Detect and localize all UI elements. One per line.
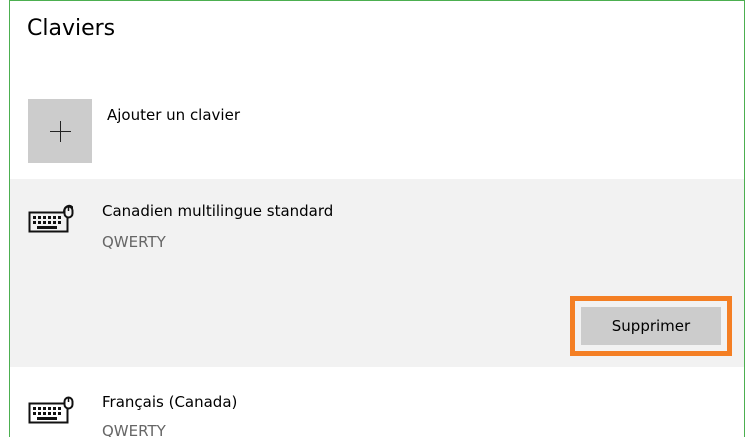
keyboard-name: Canadien multilingue standard xyxy=(102,202,334,220)
keyboard-name: Français (Canada) xyxy=(102,393,238,411)
remove-button-highlight: Supprimer xyxy=(570,296,732,356)
section-title: Claviers xyxy=(27,16,116,41)
add-keyboard-label: Ajouter un clavier xyxy=(107,106,240,124)
keyboard-item-canadian-multilingual[interactable]: Canadien multilingue standard QWERTY Sup… xyxy=(10,179,744,367)
keyboards-panel: Claviers Ajouter un clavier Canadien mul… xyxy=(9,0,745,437)
keyboard-layout: QWERTY xyxy=(102,422,166,437)
keyboard-icon xyxy=(28,396,74,424)
keyboard-icon xyxy=(28,204,74,233)
add-keyboard-button[interactable]: Ajouter un clavier xyxy=(10,93,744,171)
keyboard-item-francais-canada[interactable]: Français (Canada) QWERTY xyxy=(10,374,744,437)
remove-keyboard-button[interactable]: Supprimer xyxy=(581,307,721,345)
add-keyboard-tile[interactable] xyxy=(28,99,92,163)
keyboard-layout: QWERTY xyxy=(102,233,166,251)
